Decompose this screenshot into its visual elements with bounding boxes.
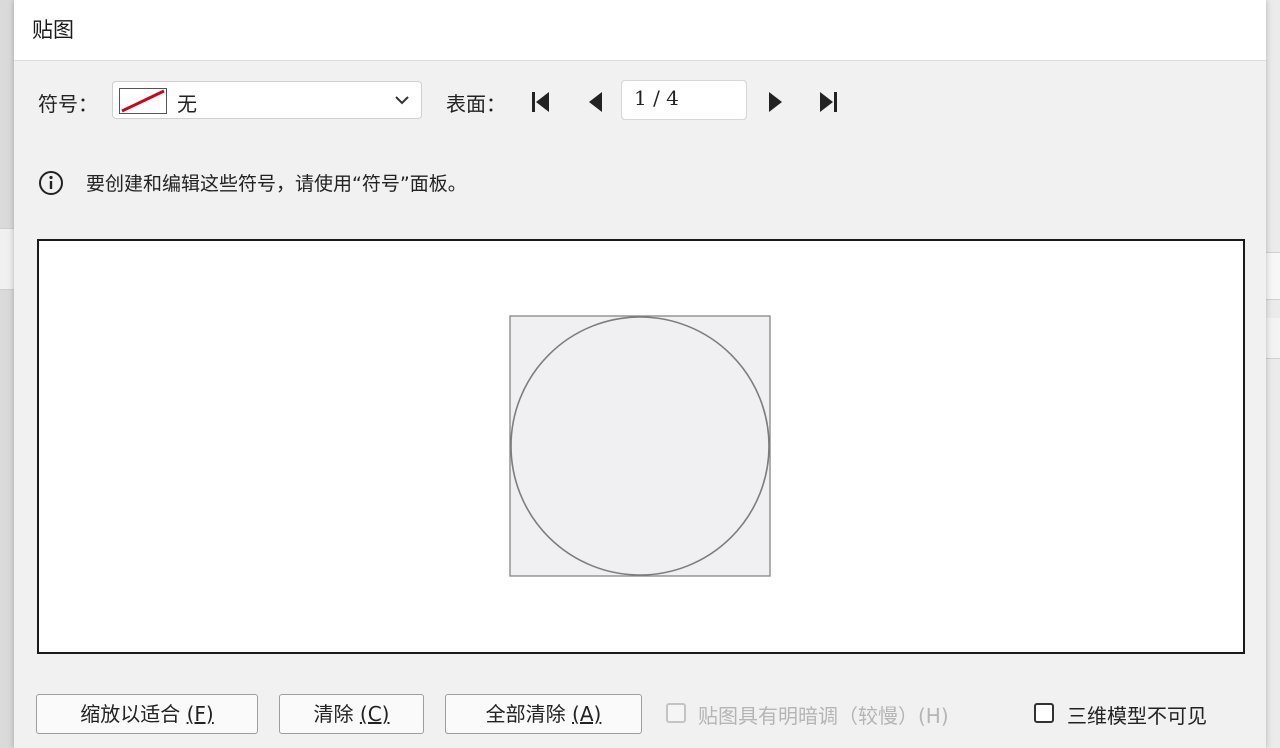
shade-artwork-label: 贴图具有明暗调（较慢）(H) (698, 704, 949, 728)
clear-all-label: 全部清除 (485, 702, 566, 726)
background-panel (1266, 318, 1280, 359)
info-icon (39, 171, 63, 195)
background-window-left (0, 0, 14, 748)
info-message: 要创建和编辑这些符号，请使用“符号”面板。 (86, 173, 467, 195)
surface-label: 表面： (446, 92, 506, 116)
dialog-title: 贴图 (32, 18, 74, 42)
clear-all-shortcut: (A) (572, 702, 602, 726)
clear-button[interactable]: 清除 (C) (279, 694, 424, 734)
background-panel (0, 228, 14, 290)
clear-all-button[interactable]: 全部清除 (A) (445, 694, 642, 734)
none-swatch-icon (121, 89, 165, 113)
zoom-to-fit-label: 缩放以适合 (80, 702, 181, 726)
symbol-dropdown[interactable]: 无 (112, 81, 422, 119)
preview-canvas[interactable] (37, 239, 1245, 654)
surface-sphere (510, 316, 770, 576)
invisible-geometry-label: 三维模型不可见 (1067, 704, 1207, 728)
clear-label: 清除 (313, 702, 354, 726)
symbol-label: 符号： (38, 92, 98, 116)
zoom-to-fit-shortcut: (F) (186, 702, 214, 726)
clear-shortcut: (C) (359, 702, 390, 726)
zoom-to-fit-button[interactable]: 缩放以适合 (F) (36, 694, 258, 734)
last-page-icon[interactable] (814, 88, 842, 116)
page-number-input[interactable]: 1 / 4 (621, 80, 747, 120)
map-art-dialog: 贴图 符号： 无 表面： 1 / 4 要创建和编辑这些符号，请使用“符号”面板。 (14, 0, 1266, 748)
symbol-value: 无 (177, 92, 197, 116)
chevron-down-icon (395, 96, 409, 105)
prev-page-icon[interactable] (582, 88, 610, 116)
next-page-icon[interactable] (761, 88, 789, 116)
surface-preview (509, 315, 771, 577)
first-page-icon[interactable] (527, 88, 555, 116)
shade-artwork-checkbox[interactable] (666, 703, 686, 723)
background-panel (1266, 252, 1280, 300)
background-window-right (1266, 0, 1280, 748)
symbol-swatch (119, 88, 167, 114)
invisible-geometry-checkbox[interactable] (1034, 703, 1054, 723)
title-bar: 贴图 (14, 0, 1266, 61)
